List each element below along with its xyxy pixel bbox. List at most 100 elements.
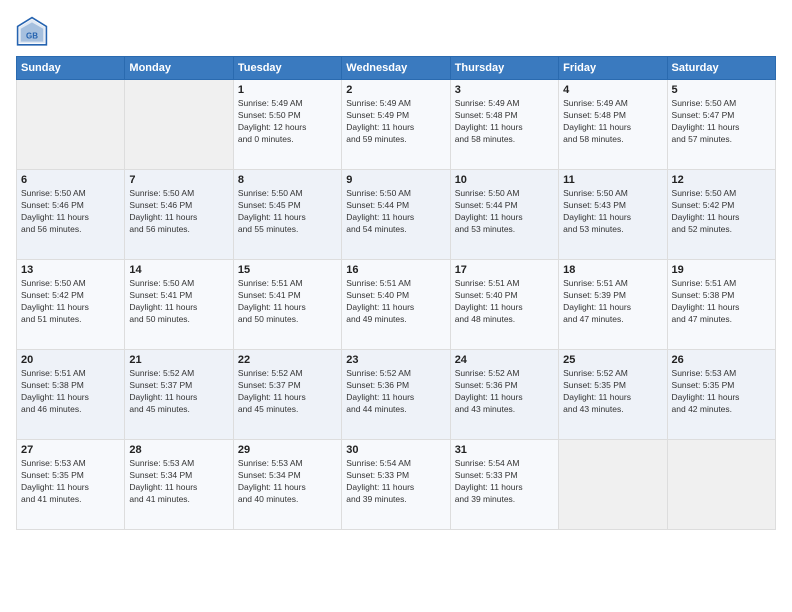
calendar-cell: 22 Sunrise: 5:52 AM Sunset: 5:37 PM Dayli… xyxy=(233,350,341,440)
day-number: 15 xyxy=(238,264,337,276)
calendar-cell xyxy=(125,80,233,170)
day-info: Sunrise: 5:51 AM Sunset: 5:38 PM Dayligh… xyxy=(21,368,120,416)
day-number: 21 xyxy=(129,354,228,366)
day-number: 22 xyxy=(238,354,337,366)
day-info: Sunrise: 5:54 AM Sunset: 5:33 PM Dayligh… xyxy=(455,458,554,506)
calendar-cell: 27 Sunrise: 5:53 AM Sunset: 5:35 PM Dayli… xyxy=(17,440,125,530)
day-number: 1 xyxy=(238,84,337,96)
day-info: Sunrise: 5:51 AM Sunset: 5:39 PM Dayligh… xyxy=(563,278,662,326)
calendar-cell: 15 Sunrise: 5:51 AM Sunset: 5:41 PM Dayli… xyxy=(233,260,341,350)
day-info: Sunrise: 5:51 AM Sunset: 5:41 PM Dayligh… xyxy=(238,278,337,326)
calendar-cell: 3 Sunrise: 5:49 AM Sunset: 5:48 PM Daylig… xyxy=(450,80,558,170)
day-info: Sunrise: 5:52 AM Sunset: 5:36 PM Dayligh… xyxy=(455,368,554,416)
day-info: Sunrise: 5:50 AM Sunset: 5:42 PM Dayligh… xyxy=(672,188,771,236)
logo-icon: GB xyxy=(16,16,48,48)
calendar-cell: 8 Sunrise: 5:50 AM Sunset: 5:45 PM Daylig… xyxy=(233,170,341,260)
day-number: 13 xyxy=(21,264,120,276)
day-number: 11 xyxy=(563,174,662,186)
day-info: Sunrise: 5:51 AM Sunset: 5:38 PM Dayligh… xyxy=(672,278,771,326)
calendar-cell: 16 Sunrise: 5:51 AM Sunset: 5:40 PM Dayli… xyxy=(342,260,450,350)
day-info: Sunrise: 5:50 AM Sunset: 5:44 PM Dayligh… xyxy=(455,188,554,236)
day-info: Sunrise: 5:52 AM Sunset: 5:37 PM Dayligh… xyxy=(129,368,228,416)
page-header: GB xyxy=(16,16,776,48)
calendar-cell: 7 Sunrise: 5:50 AM Sunset: 5:46 PM Daylig… xyxy=(125,170,233,260)
calendar-cell: 18 Sunrise: 5:51 AM Sunset: 5:39 PM Dayli… xyxy=(559,260,667,350)
weekday-header-row: SundayMondayTuesdayWednesdayThursdayFrid… xyxy=(17,57,776,80)
calendar-week-2: 13 Sunrise: 5:50 AM Sunset: 5:42 PM Dayli… xyxy=(17,260,776,350)
weekday-header-friday: Friday xyxy=(559,57,667,80)
day-number: 12 xyxy=(672,174,771,186)
day-info: Sunrise: 5:51 AM Sunset: 5:40 PM Dayligh… xyxy=(455,278,554,326)
day-number: 14 xyxy=(129,264,228,276)
calendar-cell: 17 Sunrise: 5:51 AM Sunset: 5:40 PM Dayli… xyxy=(450,260,558,350)
calendar-cell: 5 Sunrise: 5:50 AM Sunset: 5:47 PM Daylig… xyxy=(667,80,775,170)
day-number: 9 xyxy=(346,174,445,186)
calendar-week-1: 6 Sunrise: 5:50 AM Sunset: 5:46 PM Daylig… xyxy=(17,170,776,260)
day-info: Sunrise: 5:51 AM Sunset: 5:40 PM Dayligh… xyxy=(346,278,445,326)
day-info: Sunrise: 5:53 AM Sunset: 5:35 PM Dayligh… xyxy=(672,368,771,416)
day-info: Sunrise: 5:49 AM Sunset: 5:48 PM Dayligh… xyxy=(563,98,662,146)
calendar-cell: 13 Sunrise: 5:50 AM Sunset: 5:42 PM Dayli… xyxy=(17,260,125,350)
day-info: Sunrise: 5:50 AM Sunset: 5:43 PM Dayligh… xyxy=(563,188,662,236)
day-number: 30 xyxy=(346,444,445,456)
day-info: Sunrise: 5:52 AM Sunset: 5:35 PM Dayligh… xyxy=(563,368,662,416)
day-number: 29 xyxy=(238,444,337,456)
calendar-week-3: 20Sunrise: 5:51 AM Sunset: 5:38 PM Dayli… xyxy=(17,350,776,440)
calendar-cell: 14 Sunrise: 5:50 AM Sunset: 5:41 PM Dayli… xyxy=(125,260,233,350)
day-info: Sunrise: 5:50 AM Sunset: 5:46 PM Dayligh… xyxy=(129,188,228,236)
weekday-header-wednesday: Wednesday xyxy=(342,57,450,80)
day-info: Sunrise: 5:54 AM Sunset: 5:33 PM Dayligh… xyxy=(346,458,445,506)
calendar-cell: 9 Sunrise: 5:50 AM Sunset: 5:44 PM Daylig… xyxy=(342,170,450,260)
day-number: 31 xyxy=(455,444,554,456)
day-number: 8 xyxy=(238,174,337,186)
calendar-cell: 24 Sunrise: 5:52 AM Sunset: 5:36 PM Dayli… xyxy=(450,350,558,440)
day-info: Sunrise: 5:53 AM Sunset: 5:35 PM Dayligh… xyxy=(21,458,120,506)
weekday-header-saturday: Saturday xyxy=(667,57,775,80)
calendar-cell xyxy=(17,80,125,170)
day-number: 19 xyxy=(672,264,771,276)
calendar-cell: 20Sunrise: 5:51 AM Sunset: 5:38 PM Dayli… xyxy=(17,350,125,440)
calendar-cell xyxy=(559,440,667,530)
calendar-header: SundayMondayTuesdayWednesdayThursdayFrid… xyxy=(17,57,776,80)
day-number: 26 xyxy=(672,354,771,366)
day-info: Sunrise: 5:49 AM Sunset: 5:48 PM Dayligh… xyxy=(455,98,554,146)
day-number: 7 xyxy=(129,174,228,186)
calendar-table: SundayMondayTuesdayWednesdayThursdayFrid… xyxy=(16,56,776,530)
day-info: Sunrise: 5:49 AM Sunset: 5:50 PM Dayligh… xyxy=(238,98,337,146)
day-info: Sunrise: 5:49 AM Sunset: 5:49 PM Dayligh… xyxy=(346,98,445,146)
day-info: Sunrise: 5:53 AM Sunset: 5:34 PM Dayligh… xyxy=(129,458,228,506)
calendar-cell: 10Sunrise: 5:50 AM Sunset: 5:44 PM Dayli… xyxy=(450,170,558,260)
calendar-cell: 31 Sunrise: 5:54 AM Sunset: 5:33 PM Dayli… xyxy=(450,440,558,530)
calendar-cell: 19 Sunrise: 5:51 AM Sunset: 5:38 PM Dayli… xyxy=(667,260,775,350)
calendar-cell: 26 Sunrise: 5:53 AM Sunset: 5:35 PM Dayli… xyxy=(667,350,775,440)
day-info: Sunrise: 5:52 AM Sunset: 5:37 PM Dayligh… xyxy=(238,368,337,416)
day-info: Sunrise: 5:50 AM Sunset: 5:45 PM Dayligh… xyxy=(238,188,337,236)
day-number: 24 xyxy=(455,354,554,366)
calendar-cell: 30 Sunrise: 5:54 AM Sunset: 5:33 PM Dayli… xyxy=(342,440,450,530)
day-info: Sunrise: 5:50 AM Sunset: 5:46 PM Dayligh… xyxy=(21,188,120,236)
day-number: 5 xyxy=(672,84,771,96)
day-number: 17 xyxy=(455,264,554,276)
day-number: 16 xyxy=(346,264,445,276)
calendar-cell: 23Sunrise: 5:52 AM Sunset: 5:36 PM Dayli… xyxy=(342,350,450,440)
calendar-cell: 21 Sunrise: 5:52 AM Sunset: 5:37 PM Dayli… xyxy=(125,350,233,440)
day-info: Sunrise: 5:50 AM Sunset: 5:41 PM Dayligh… xyxy=(129,278,228,326)
weekday-header-sunday: Sunday xyxy=(17,57,125,80)
weekday-header-thursday: Thursday xyxy=(450,57,558,80)
weekday-header-monday: Monday xyxy=(125,57,233,80)
day-number: 18 xyxy=(563,264,662,276)
day-number: 3 xyxy=(455,84,554,96)
weekday-header-tuesday: Tuesday xyxy=(233,57,341,80)
day-info: Sunrise: 5:50 AM Sunset: 5:47 PM Dayligh… xyxy=(672,98,771,146)
calendar-cell: 2Sunrise: 5:49 AM Sunset: 5:49 PM Daylig… xyxy=(342,80,450,170)
day-info: Sunrise: 5:50 AM Sunset: 5:42 PM Dayligh… xyxy=(21,278,120,326)
day-number: 4 xyxy=(563,84,662,96)
day-number: 25 xyxy=(563,354,662,366)
day-info: Sunrise: 5:50 AM Sunset: 5:44 PM Dayligh… xyxy=(346,188,445,236)
calendar-body: 1 Sunrise: 5:49 AM Sunset: 5:50 PM Daylig… xyxy=(17,80,776,530)
calendar-cell: 28Sunrise: 5:53 AM Sunset: 5:34 PM Dayli… xyxy=(125,440,233,530)
day-number: 6 xyxy=(21,174,120,186)
svg-text:GB: GB xyxy=(26,31,38,40)
calendar-cell: 12 Sunrise: 5:50 AM Sunset: 5:42 PM Dayli… xyxy=(667,170,775,260)
day-number: 27 xyxy=(21,444,120,456)
